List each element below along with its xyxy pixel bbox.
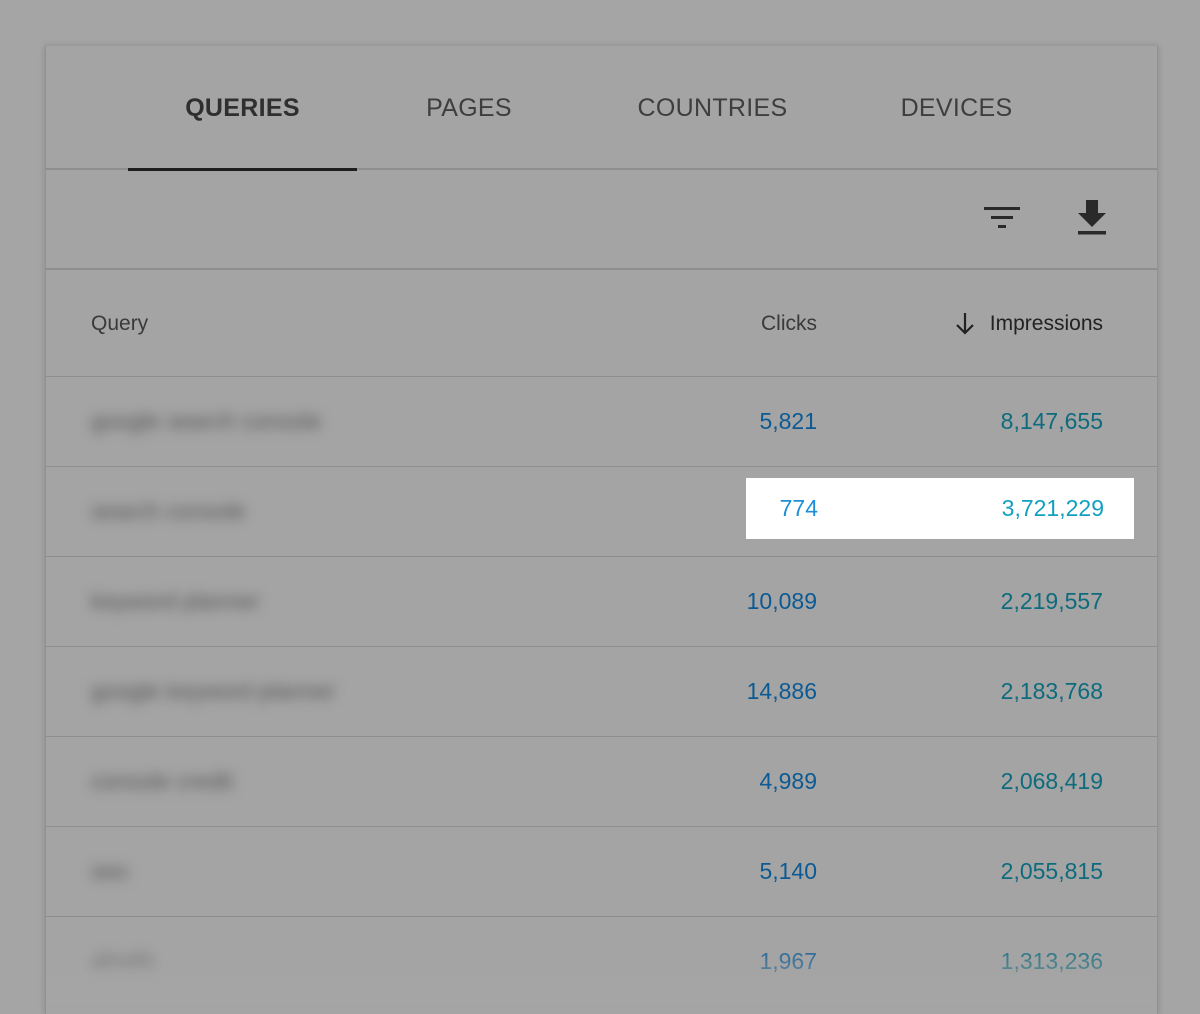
clicks-cell: 4,989 (759, 768, 817, 794)
tab-queries[interactable]: QUERIES (128, 46, 357, 171)
table-row[interactable]: console credit 4,989 2,068,419 (46, 737, 1157, 827)
table-row[interactable]: google search console 5,821 8,147,655 (46, 377, 1157, 467)
impressions-cell: 2,219,557 (1000, 588, 1103, 614)
impressions-cell: 8,147,655 (1000, 408, 1103, 434)
table-body: google search console 5,821 8,147,655 se… (46, 377, 1157, 1007)
query-cell: seo (91, 858, 129, 884)
clicks-cell: 5,140 (759, 858, 817, 884)
table-row[interactable]: keyword planner 10,089 2,219,557 (46, 557, 1157, 647)
table-header: Query Clicks Impressions (46, 270, 1157, 377)
column-header-query[interactable]: Query (91, 270, 148, 377)
table-row[interactable]: ahrefs 1,967 1,313,236 (46, 917, 1157, 1007)
clicks-cell: 10,089 (746, 588, 817, 614)
query-cell: console credit (91, 768, 233, 794)
column-header-impressions-label: Impressions (989, 311, 1103, 335)
query-cell: google search console (91, 408, 322, 434)
clicks-cell: 5,821 (759, 408, 817, 434)
arrow-down-icon (954, 312, 976, 336)
impressions-cell: 2,055,815 (1000, 858, 1103, 884)
query-cell: search console (91, 498, 246, 524)
tab-bar: QUERIES PAGES COUNTRIES DEVICES (46, 46, 1157, 171)
column-header-impressions[interactable]: Impressions (954, 270, 1103, 377)
tab-pages[interactable]: PAGES (398, 46, 540, 170)
clicks-cell: 1,967 (759, 948, 817, 974)
query-cell: ahrefs (91, 948, 155, 974)
table-toolbar (46, 170, 1157, 270)
table-row[interactable]: google keyword planner 14,886 2,183,768 (46, 647, 1157, 737)
query-cell: keyword planner (91, 588, 260, 614)
download-button[interactable] (1070, 196, 1114, 240)
impressions-cell: 2,068,419 (1000, 768, 1103, 794)
performance-card: QUERIES PAGES COUNTRIES DEVICES Query Cl… (45, 45, 1158, 1014)
clicks-cell: 14,886 (746, 678, 817, 704)
filter-icon (984, 207, 1020, 228)
filter-button[interactable] (980, 196, 1024, 240)
download-icon (1078, 200, 1106, 235)
query-cell: google keyword planner (91, 678, 336, 704)
column-header-clicks[interactable]: Clicks (761, 270, 817, 377)
impressions-cell-highlighted: 3,721,229 (1001, 495, 1104, 521)
clicks-cell-highlighted: 774 (779, 495, 818, 521)
impressions-cell: 2,183,768 (1000, 678, 1103, 704)
tab-countries[interactable]: COUNTRIES (624, 46, 801, 170)
table-row[interactable]: seo 5,140 2,055,815 (46, 827, 1157, 917)
impressions-cell: 1,313,236 (1000, 948, 1103, 974)
highlighted-metrics: 774 3,721,229 (746, 478, 1134, 539)
tab-devices[interactable]: DEVICES (884, 46, 1029, 170)
